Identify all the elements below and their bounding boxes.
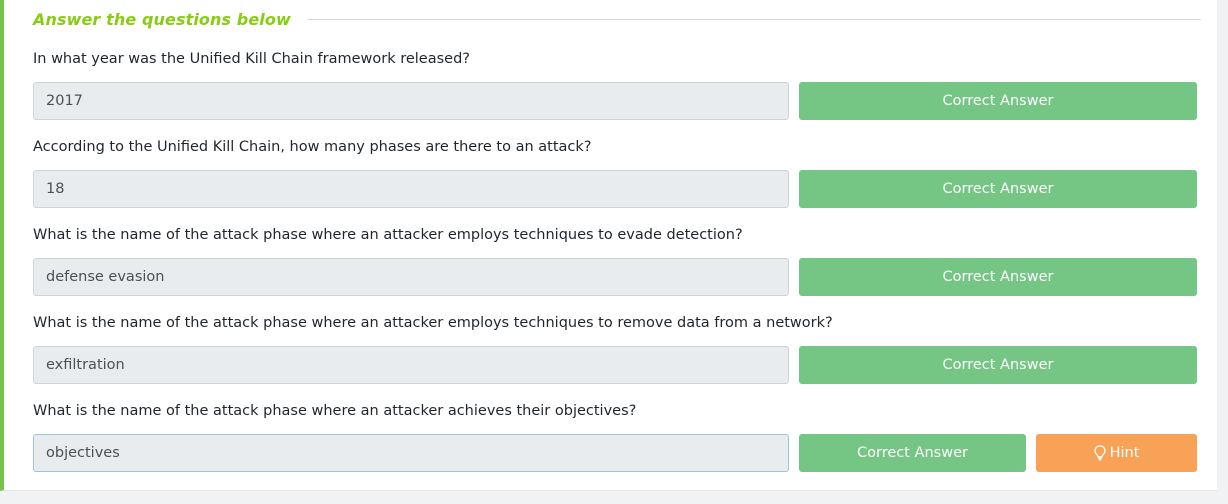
correct-answer-button[interactable]: Correct Answer — [799, 258, 1197, 296]
questions-panel: Answer the questions below In what year … — [0, 0, 1217, 491]
answer-input[interactable] — [33, 258, 789, 296]
answer-input[interactable] — [33, 170, 789, 208]
answer-input[interactable] — [33, 434, 789, 472]
question-text: What is the name of the attack phase whe… — [33, 227, 743, 243]
section-divider — [306, 18, 1201, 20]
question-text: What is the name of the attack phase whe… — [33, 315, 833, 331]
correct-answer-button[interactable]: Correct Answer — [799, 434, 1026, 472]
question-text: In what year was the Unified Kill Chain … — [33, 51, 470, 67]
answer-input[interactable] — [33, 82, 789, 120]
answer-input[interactable] — [33, 346, 789, 384]
correct-answer-button[interactable]: Correct Answer — [799, 170, 1197, 208]
correct-answer-button[interactable]: Correct Answer — [799, 82, 1197, 120]
section-header: Answer the questions below — [33, 8, 1201, 30]
hint-button-label: Hint — [1109, 445, 1140, 461]
correct-answer-button[interactable]: Correct Answer — [799, 346, 1197, 384]
lightbulb-icon — [1093, 445, 1106, 461]
hint-button[interactable]: Hint — [1036, 434, 1197, 472]
question-text: What is the name of the attack phase whe… — [33, 403, 637, 419]
question-text: According to the Unified Kill Chain, how… — [33, 139, 592, 155]
section-title: Answer the questions below — [33, 9, 291, 29]
